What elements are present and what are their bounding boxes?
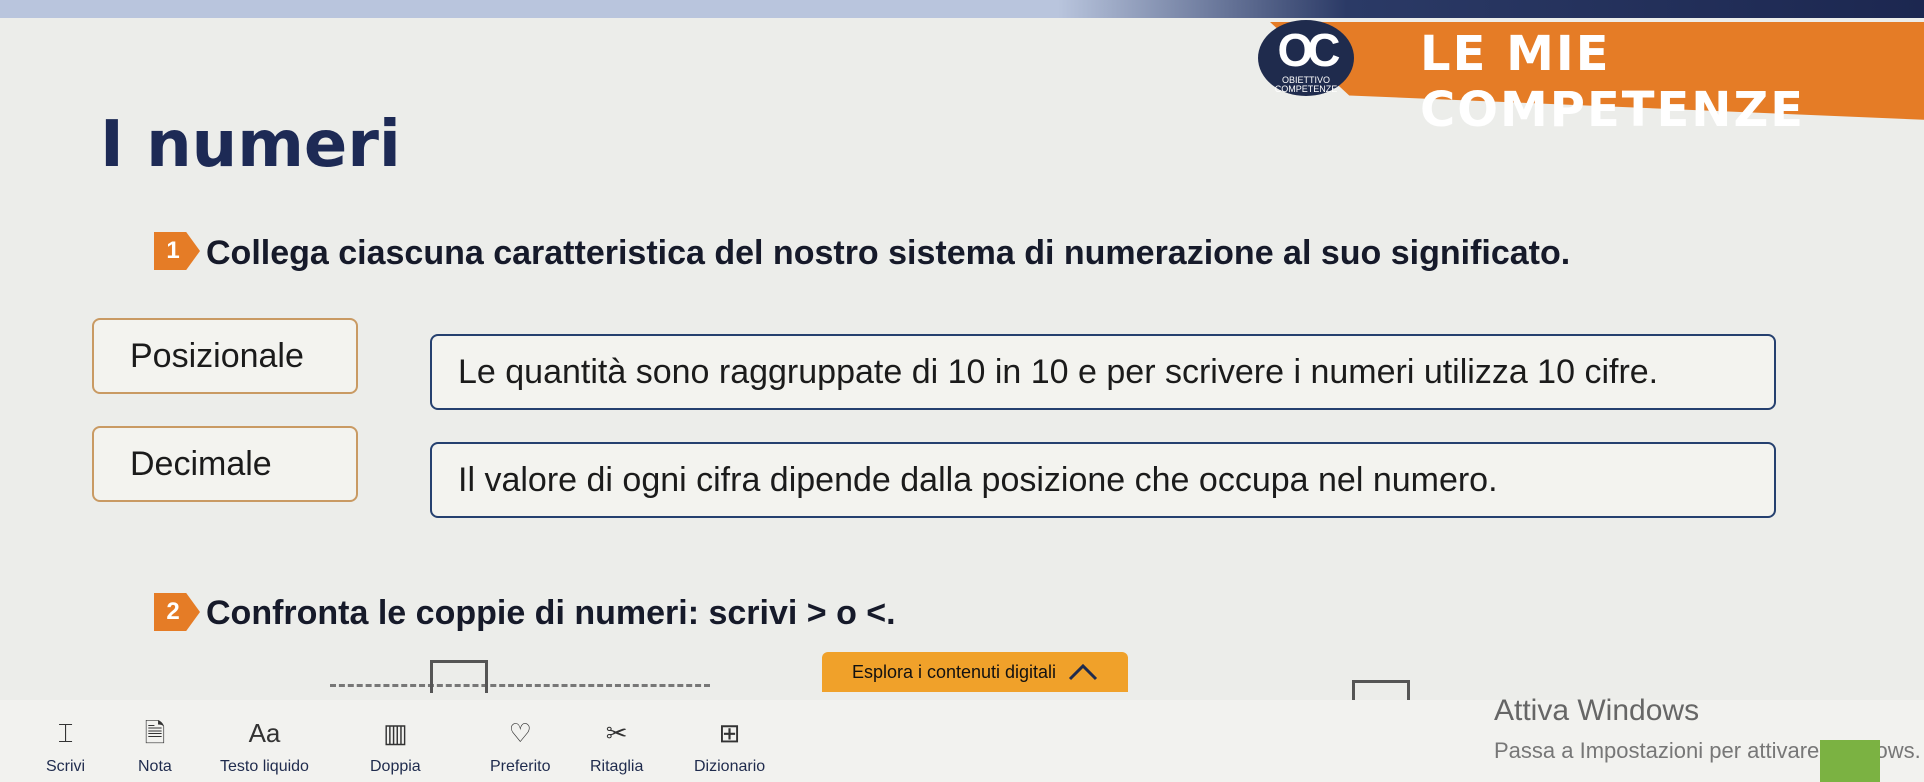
page-title: I numeri xyxy=(100,108,401,182)
toolbar-dizionario-button[interactable]: ⊞ Dizionario xyxy=(694,716,765,776)
exercise-2-text: Confronta le coppie di numeri: scrivi > … xyxy=(206,594,896,632)
toolbar-label: Dizionario xyxy=(694,758,766,775)
font-size-icon: Aa xyxy=(248,718,281,748)
book-icon: ▥ xyxy=(383,718,408,748)
exercise-1-text: Collega ciascuna caratteristica del nost… xyxy=(206,234,1571,272)
toolbar-label: Nota xyxy=(138,758,172,775)
banner-title: LE MIE COMPETENZE xyxy=(1420,26,1806,138)
logo-subtext: OBIETTIVO COMPETENZE xyxy=(1274,75,1338,94)
answer-box-1[interactable] xyxy=(430,660,488,693)
term-decimale[interactable]: Decimale xyxy=(92,426,358,502)
toolbar-doppia-button[interactable]: ▥ Doppia xyxy=(370,716,421,776)
definition-1[interactable]: Le quantità sono raggruppate di 10 in 10… xyxy=(430,334,1776,410)
toolbar-nota-button[interactable]: 🗎 Nota xyxy=(138,716,172,776)
explore-digital-label: Esplora i contenuti digitali xyxy=(851,661,1057,682)
toolbar-testo-liquido-button[interactable]: Aa Testo liquido xyxy=(220,716,309,776)
toolbar-scrivi-button[interactable]: ⌶ Scrivi xyxy=(46,716,85,776)
toolbar-label: Ritaglia xyxy=(590,758,644,775)
green-corner-widget xyxy=(1820,740,1880,782)
note-icon: 🗎 xyxy=(144,718,166,748)
text-box-icon: ⌶ xyxy=(57,718,74,748)
toolbar-ritaglia-button[interactable]: ✂ Ritaglia xyxy=(590,716,643,776)
definition-2[interactable]: Il valore di ogni cifra dipende dalla po… xyxy=(430,442,1776,518)
logo-text: OC xyxy=(1277,24,1341,76)
exercise-1-number: 1 xyxy=(154,232,200,270)
oc-logo: OC OBIETTIVO COMPETENZE xyxy=(1258,20,1354,96)
toolbar-label: Testo liquido xyxy=(220,758,309,775)
toolbar-label: Doppia xyxy=(370,758,421,775)
top-bar xyxy=(0,0,1924,18)
activate-windows-title: Attiva Windows xyxy=(1494,694,1700,727)
dictionary-icon: ⊞ xyxy=(718,718,741,748)
heart-icon: ♡ xyxy=(508,718,532,748)
toolbar-preferito-button[interactable]: ♡ Preferito xyxy=(490,716,550,776)
scissors-icon: ✂ xyxy=(605,718,628,748)
term-posizionale[interactable]: Posizionale xyxy=(92,318,358,394)
exercise-2-number: 2 xyxy=(154,593,200,631)
answer-line-1 xyxy=(330,684,710,687)
toolbar-label: Preferito xyxy=(490,758,551,775)
chevron-up-icon xyxy=(1069,663,1098,681)
toolbar-label: Scrivi xyxy=(46,758,86,775)
explore-digital-button[interactable]: Esplora i contenuti digitali xyxy=(822,652,1128,692)
